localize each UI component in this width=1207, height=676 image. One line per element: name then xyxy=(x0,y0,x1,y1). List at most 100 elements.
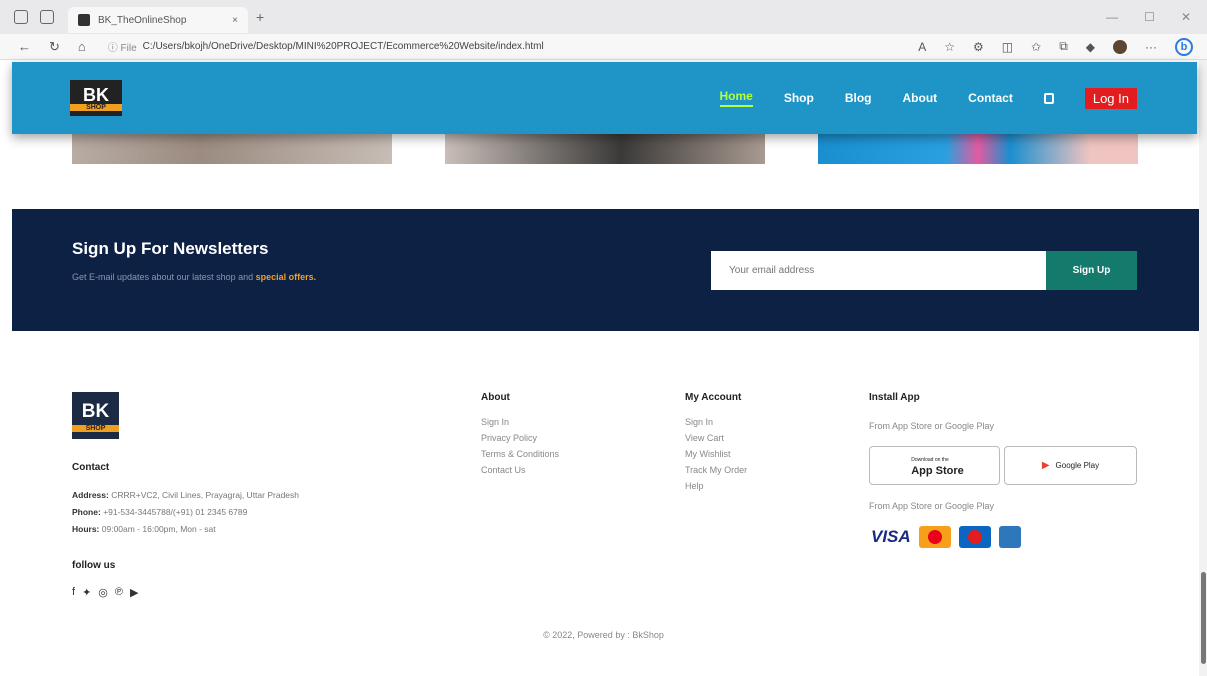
nav-shop[interactable]: Shop xyxy=(784,91,814,105)
pinterest-icon[interactable]: ℗ xyxy=(115,586,123,599)
url-field[interactable]: ⓘ File C:/Users/bkojh/OneDrive/Desktop/M… xyxy=(108,39,544,54)
tab-title: BK_TheOnlineShop xyxy=(98,14,187,26)
account-link-signin[interactable]: Sign In xyxy=(685,417,747,427)
hours-value: 09:00am - 16:00pm, Mon - sat xyxy=(101,524,216,534)
youtube-icon[interactable]: ▶ xyxy=(130,586,138,599)
minimize-icon[interactable]: — xyxy=(1106,10,1118,24)
favicon-icon xyxy=(78,14,90,26)
footer-logo-text: BK xyxy=(81,401,110,422)
product-image-1[interactable] xyxy=(72,134,392,164)
google-play-button[interactable]: ▶ Google Play xyxy=(1004,446,1137,485)
facebook-icon[interactable]: f xyxy=(72,586,75,599)
newsletter-title: Sign Up For Newsletters xyxy=(72,239,269,258)
app-store-button[interactable]: Download on the App Store xyxy=(869,446,1000,485)
window-controls: — ☐ ✕ xyxy=(1106,10,1191,24)
site-header: BK SHOP Home Shop Blog About Contact Log… xyxy=(12,62,1197,134)
maestro-icon xyxy=(958,526,991,548)
newsletter-section: Sign Up For Newsletters Get E-mail updat… xyxy=(12,209,1199,331)
twitter-icon[interactable]: ✦ xyxy=(82,586,91,599)
install-heading: Install App xyxy=(869,392,920,403)
phone-line: Phone: +91-534-3445788/(+91) 01 2345 678… xyxy=(72,507,247,517)
shield-icon[interactable]: ◆ xyxy=(1086,40,1095,54)
address-line: Address: CRRR+VC2, Civil Lines, Prayagra… xyxy=(72,490,299,500)
browser-tab[interactable]: BK_TheOnlineShop × xyxy=(68,7,248,33)
product-image-3[interactable] xyxy=(818,134,1138,164)
shopping-bag-icon[interactable] xyxy=(1043,92,1054,104)
amex-icon xyxy=(998,526,1021,548)
refresh-icon[interactable]: ↻ xyxy=(49,39,60,55)
bing-icon[interactable]: b xyxy=(1175,37,1193,56)
hours-label: Hours: xyxy=(72,524,100,534)
about-link-signin[interactable]: Sign In xyxy=(481,417,559,427)
new-tab-button[interactable]: + xyxy=(256,9,264,25)
account-heading: My Account xyxy=(685,392,742,403)
payment-methods: VISA xyxy=(871,526,1021,548)
hours-line: Hours: 09:00am - 16:00pm, Mon - sat xyxy=(72,524,216,534)
extensions-icon[interactable]: ⚙ xyxy=(973,40,984,54)
main-nav: Home Shop Blog About Contact Log In xyxy=(719,87,1137,109)
address-bar: ← ↻ ⌂ ⓘ File C:/Users/bkojh/OneDrive/Des… xyxy=(0,34,1207,60)
nav-about[interactable]: About xyxy=(903,91,938,105)
nav-home[interactable]: Home xyxy=(719,89,753,107)
more-icon[interactable]: ··· xyxy=(1145,40,1157,54)
about-column: About Sign In Privacy Policy Terms & Con… xyxy=(481,392,559,481)
about-link-terms[interactable]: Terms & Conditions xyxy=(481,449,559,459)
profile-avatar[interactable] xyxy=(1113,39,1127,54)
nav-contact[interactable]: Contact xyxy=(968,91,1013,105)
logo-text: BK xyxy=(83,84,109,105)
phone-value: +91-534-3445788/(+91) 01 2345 6789 xyxy=(103,507,248,517)
about-link-contact[interactable]: Contact Us xyxy=(481,465,559,475)
social-links: f ✦ ◎ ℗ ▶ xyxy=(72,586,138,599)
maximize-icon[interactable]: ☐ xyxy=(1144,10,1155,24)
collections-icon[interactable]: ⧉ xyxy=(1059,39,1068,54)
product-image-2[interactable] xyxy=(445,134,765,164)
signup-button[interactable]: Sign Up xyxy=(1046,251,1137,290)
visa-logo: VISA xyxy=(871,527,911,546)
favorites-icon[interactable]: ✩ xyxy=(1031,40,1041,54)
site-info[interactable]: ⓘ File xyxy=(108,39,137,54)
app-store-small: Download on the xyxy=(911,456,949,463)
newsletter-subtitle-text: Get E-mail updates about our latest shop… xyxy=(72,272,254,282)
instagram-icon[interactable]: ◎ xyxy=(98,586,108,599)
read-aloud-icon[interactable]: A xyxy=(918,40,926,54)
account-link-track[interactable]: Track My Order xyxy=(685,465,747,475)
account-link-cart[interactable]: View Cart xyxy=(685,433,747,443)
close-window-icon[interactable]: ✕ xyxy=(1181,10,1191,24)
tab-actions-icon[interactable] xyxy=(40,10,54,24)
browser-tab-bar: BK_TheOnlineShop × + — ☐ ✕ xyxy=(0,0,1207,34)
site-logo[interactable]: BK SHOP xyxy=(70,80,122,116)
account-link-wishlist[interactable]: My Wishlist xyxy=(685,449,747,459)
about-link-privacy[interactable]: Privacy Policy xyxy=(481,433,559,443)
login-button[interactable]: Log In xyxy=(1084,87,1137,109)
google-play-label: Google Play xyxy=(1055,461,1100,470)
google-play-icon: ▶ xyxy=(1041,460,1050,471)
footer-logo-subtext: SHOP xyxy=(72,425,119,432)
install-text-2: From App Store or Google Play xyxy=(869,501,995,511)
back-icon[interactable]: ← xyxy=(18,39,31,55)
mastercard-icon xyxy=(918,526,951,548)
newsletter-highlight: special offers. xyxy=(255,272,317,282)
address-value: CRRR+VC2, Civil Lines, Prayagraj, Uttar … xyxy=(111,490,299,500)
home-icon[interactable]: ⌂ xyxy=(78,39,86,55)
scrollbar-thumb[interactable] xyxy=(1201,572,1206,664)
account-column: My Account Sign In View Cart My Wishlist… xyxy=(685,392,747,497)
workspaces-icon[interactable] xyxy=(14,10,28,24)
footer-logo[interactable]: BK SHOP xyxy=(72,392,119,439)
logo-subtext: SHOP xyxy=(70,103,122,111)
url-text[interactable]: C:/Users/bkojh/OneDrive/Desktop/MINI%20P… xyxy=(143,41,544,52)
account-link-help[interactable]: Help xyxy=(685,481,747,491)
address-label: Address: xyxy=(72,490,109,500)
newsletter-subtitle: Get E-mail updates about our latest shop… xyxy=(72,272,316,282)
about-heading: About xyxy=(481,392,510,403)
contact-heading: Contact xyxy=(72,462,110,473)
phone-label: Phone: xyxy=(72,507,101,517)
app-store-label: App Store xyxy=(911,464,964,477)
favorite-star-icon[interactable]: ☆ xyxy=(944,40,955,54)
install-text-1: From App Store or Google Play xyxy=(869,421,995,431)
copyright: © 2022, Powered by : BkShop xyxy=(543,630,664,640)
follow-heading: follow us xyxy=(72,560,116,571)
nav-blog[interactable]: Blog xyxy=(845,91,872,105)
split-screen-icon[interactable]: ◫ xyxy=(1002,40,1013,54)
tab-close-icon[interactable]: × xyxy=(232,15,238,26)
email-input[interactable] xyxy=(711,251,1046,290)
